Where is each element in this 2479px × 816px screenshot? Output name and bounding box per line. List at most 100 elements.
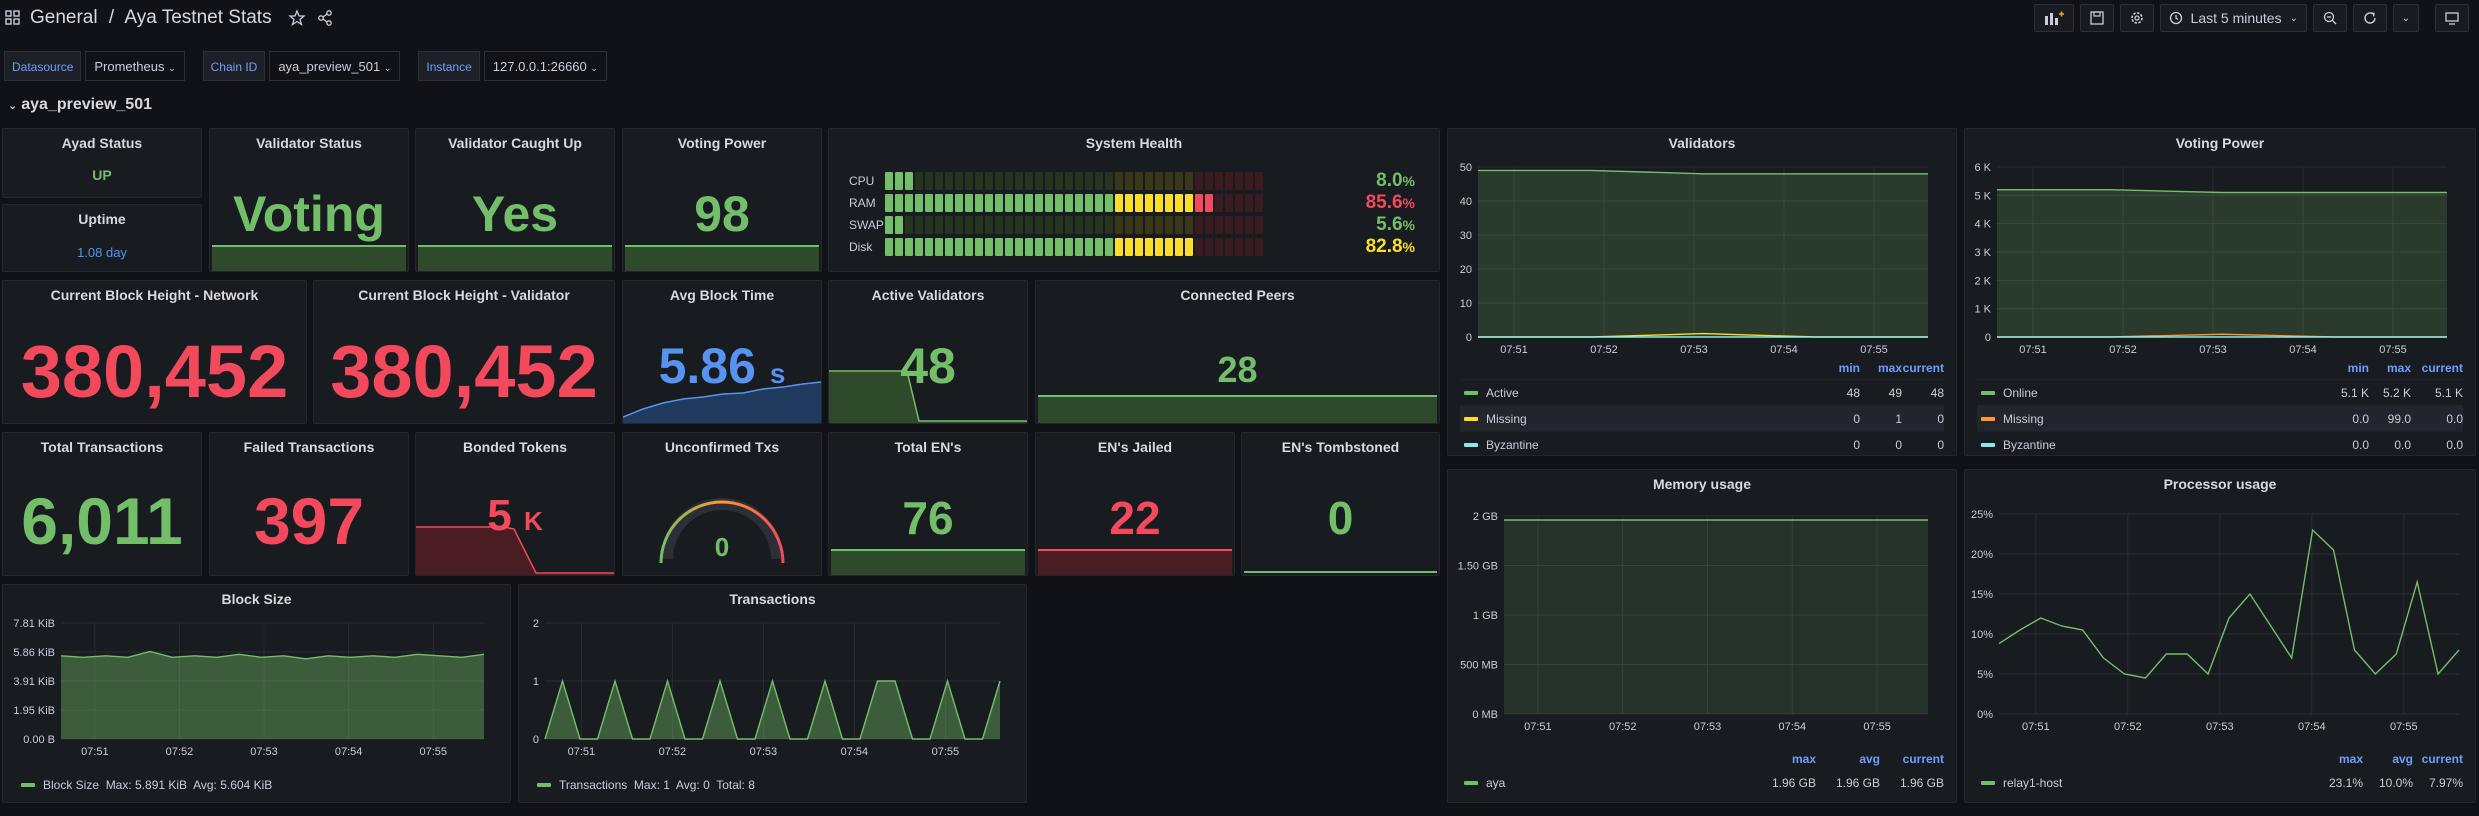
ens-jailed-panel[interactable]: EN's Jailed 22	[1035, 432, 1235, 576]
block-size-legend[interactable]: Block Size Max: 5.891 KiB Avg: 5.604 KiB	[21, 778, 272, 792]
processor-usage-panel[interactable]: Processor usage 0% 5% 10% 15% 20% 25% 07:51 07:…	[1964, 469, 2476, 803]
instance-select[interactable]: 127.0.0.1:26660 ⌄	[483, 51, 607, 81]
share-icon[interactable]	[316, 9, 334, 27]
unconfirmed-txs-panel[interactable]: Unconfirmed Txs 0	[622, 432, 822, 576]
gauge-cell	[1015, 172, 1023, 190]
ram-value: 85.6	[1365, 192, 1403, 213]
block-size-panel[interactable]: Block Size 0.00 B 1.95 KiB 3.91 KiB 5.86 Ki…	[2, 584, 511, 803]
failed-transactions-panel[interactable]: Failed Transactions 397	[209, 432, 409, 576]
add-panel-button[interactable]	[2033, 4, 2074, 32]
datasource-select[interactable]: Prometheus ⌄	[85, 51, 185, 81]
legend-row-active[interactable]: Active 48 49 48	[1460, 379, 1944, 405]
tv-mode-button[interactable]	[2435, 4, 2469, 32]
gauge-cell	[1245, 238, 1253, 256]
block-height-validator-panel[interactable]: Current Block Height - Validator 380,452	[313, 280, 615, 424]
y-tick-label: 10%	[1971, 629, 1993, 641]
x-tick-label: 07:53	[1694, 721, 1722, 733]
total-ens-panel[interactable]: Total EN's 76	[828, 432, 1028, 576]
block-height-network-panel[interactable]: Current Block Height - Network 380,452	[2, 280, 307, 424]
dashboard-title[interactable]: Aya Testnet Stats	[124, 7, 271, 28]
legend-row-aya[interactable]: aya 1.96 GB 1.96 GB 1.96 GB	[1460, 770, 1944, 796]
ayad-status-panel[interactable]: Ayad Status UP	[2, 128, 202, 198]
legend-col-min: min	[2347, 361, 2369, 375]
legend-row-byzantine[interactable]: Byzantine 0 0 0	[1460, 431, 1944, 455]
y-tick-label: 2 GB	[1473, 511, 1498, 523]
gauge-cell	[1155, 238, 1163, 256]
row-header[interactable]: ⌄ aya_preview_501	[8, 96, 152, 114]
total-transactions-panel[interactable]: Total Transactions 6,011	[2, 432, 202, 576]
validator-status-panel[interactable]: Validator Status Voting	[209, 128, 409, 272]
active-validators-panel[interactable]: Active Validators 48	[828, 280, 1028, 424]
cpu-unit: %	[1402, 173, 1415, 189]
refresh-interval-dropdown[interactable]: ⌄	[2393, 4, 2419, 32]
gauge-cell	[935, 216, 943, 234]
x-tick-label: 07:52	[1590, 344, 1618, 356]
disk-blocks	[885, 238, 1263, 256]
swatch	[1981, 390, 1995, 395]
gauge-cell	[895, 216, 903, 234]
voting-power-chart-panel[interactable]: Voting Power 0 1 K 2 K 3 K 4 K 5 K 6 K 07:51 07:…	[1964, 128, 2476, 456]
dashboard-settings-button[interactable]	[2119, 4, 2154, 32]
panel-title: Validator Caught Up	[448, 135, 582, 151]
breadcrumb-folder[interactable]: General	[30, 7, 98, 28]
swap-unit: %	[1402, 217, 1415, 233]
legend-row-online[interactable]: Online 5.1 K 5.2 K 5.1 K	[1977, 379, 2463, 405]
time-range-picker[interactable]: Last 5 minutes ⌄	[2159, 4, 2307, 32]
zoom-out-button[interactable]	[2313, 4, 2347, 32]
series-name: relay1-host	[2003, 776, 2063, 790]
y-tick-label: 5 K	[1974, 190, 1991, 202]
star-icon[interactable]	[287, 9, 306, 27]
gauge-value: 5.6%	[1376, 214, 1415, 236]
avg-block-time-panel[interactable]: Avg Block Time 5.86 s	[622, 280, 822, 424]
x-tick-label: 07:55	[419, 746, 447, 758]
ens-tombstoned-panel[interactable]: EN's Tombstoned 0	[1241, 432, 1440, 576]
legend-row-missing[interactable]: Missing 0.0 99.0 0.0	[1977, 405, 2463, 431]
gauge-cell	[1205, 194, 1213, 212]
memory-usage-panel[interactable]: Memory usage 0 MB 500 MB 1 GB 1.50 GB 2 GB 07…	[1447, 469, 1957, 803]
gauge-cell	[975, 194, 983, 212]
gauge-value: 82.8%	[1366, 236, 1415, 258]
gauge-cell	[995, 194, 1003, 212]
gauge-cell	[1025, 238, 1033, 256]
transactions-panel[interactable]: Transactions 0 1 2 07:51 07:52 07:53 07:54 07:5…	[518, 584, 1027, 803]
gauge-cell	[1255, 194, 1263, 212]
legend-min: 0.0	[2352, 437, 2369, 452]
gauge-cell	[1125, 172, 1133, 190]
gauge-cell	[1155, 216, 1163, 234]
gauge-cell	[1165, 238, 1173, 256]
legend-row-byzantine[interactable]: Byzantine 0.0 0.0 0.0	[1977, 431, 2463, 455]
legend-row-relay1-host[interactable]: relay1-host 23.1% 10.0% 7.97%	[1977, 770, 2463, 796]
gauge-cell	[955, 238, 963, 256]
swatch	[1464, 442, 1478, 447]
save-dashboard-button[interactable]	[2079, 4, 2114, 32]
legend-series: Missing	[1977, 412, 2327, 426]
bonded-tokens-panel[interactable]: Bonded Tokens 5 K	[415, 432, 615, 576]
refresh-button[interactable]	[2353, 4, 2387, 32]
swatch	[1464, 781, 1478, 785]
voting-power-stat-panel[interactable]: Voting Power 98	[622, 128, 822, 272]
validators-chart-panel[interactable]: Validators 0 10 20 30 40 50 07:51 07:52 07:53 07:…	[1447, 128, 1957, 456]
gauge-cell	[1135, 238, 1143, 256]
bonded-tokens-value: 5 K	[416, 491, 614, 541]
gauge-cell	[1235, 194, 1243, 212]
swatch	[1464, 390, 1478, 395]
legend-row-missing[interactable]: Missing 0 1 0	[1460, 405, 1944, 431]
chain-id-select[interactable]: aya_preview_501 ⌄	[269, 51, 401, 81]
panel-title: Voting Power	[2175, 135, 2265, 151]
gauge-cell	[1005, 238, 1013, 256]
panel-title: Uptime	[78, 211, 126, 227]
system-health-panel[interactable]: System Health CPU 8.0% RAM 85.6% SWAP 5.…	[828, 128, 1440, 272]
gauge-cell	[1185, 216, 1193, 234]
connected-peers-panel[interactable]: Connected Peers 28	[1035, 280, 1440, 424]
x-tick-label: 07:52	[166, 746, 194, 758]
transactions-legend[interactable]: Transactions Max: 1 Avg: 0 Total: 8	[537, 778, 755, 792]
apps-grid-icon[interactable]	[4, 9, 22, 27]
caught-up-panel[interactable]: Validator Caught Up Yes	[415, 128, 615, 272]
legend-header: min max current	[1460, 361, 1944, 379]
legend-col-min: min	[1838, 361, 1860, 375]
panel-title: Current Block Height - Validator	[358, 287, 570, 303]
x-tick-label: 07:54	[2289, 344, 2317, 356]
uptime-panel[interactable]: Uptime 1.08 day	[2, 204, 202, 272]
gauge-cell	[1245, 172, 1253, 190]
unconfirmed-gauge: 0	[659, 498, 785, 564]
